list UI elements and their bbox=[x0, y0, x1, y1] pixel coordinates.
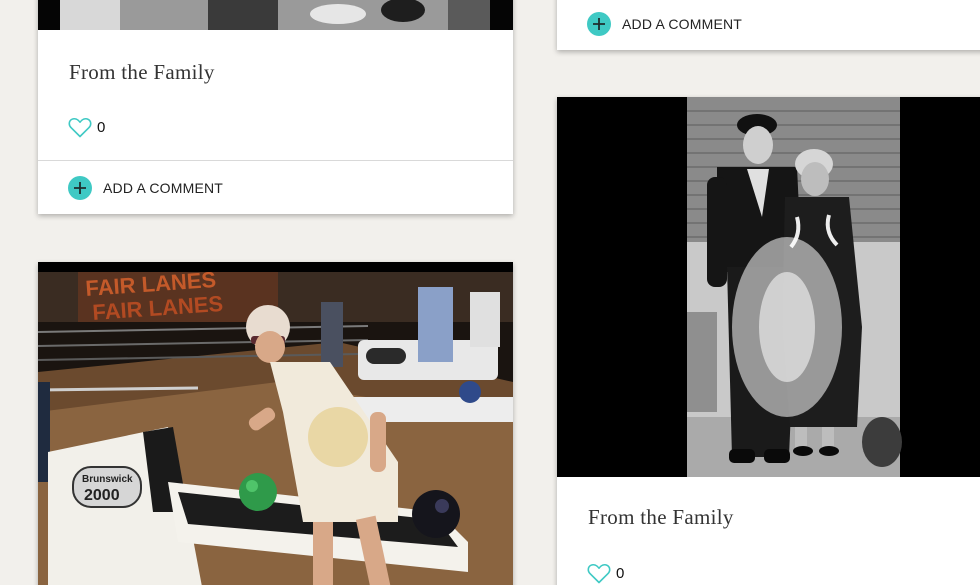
post-photo-family-bw-top[interactable] bbox=[38, 0, 513, 30]
plus-circle-icon bbox=[68, 176, 92, 200]
post-card-bottom-left: FAIR LANES FAIR LANES Brunswick 2000 bbox=[38, 262, 513, 585]
add-comment-button[interactable]: ADD A COMMENT bbox=[68, 176, 223, 200]
like-button[interactable]: 0 bbox=[587, 563, 624, 584]
post-photo-sailor-and-woman[interactable] bbox=[557, 97, 980, 477]
heart-outline-icon bbox=[587, 563, 611, 584]
like-count: 0 bbox=[616, 565, 625, 582]
svg-text:2000: 2000 bbox=[84, 487, 120, 504]
like-button[interactable]: 0 bbox=[68, 117, 105, 138]
plus-circle-icon bbox=[587, 12, 611, 36]
add-comment-label: ADD A COMMENT bbox=[622, 16, 743, 32]
like-count: 0 bbox=[97, 119, 106, 136]
add-comment-label: ADD A COMMENT bbox=[103, 180, 224, 196]
svg-text:Brunswick: Brunswick bbox=[82, 474, 133, 485]
post-card-top-left: From the Family 0 ADD A COMMENT bbox=[38, 0, 513, 214]
post-photo-bowling[interactable]: FAIR LANES FAIR LANES Brunswick 2000 bbox=[38, 262, 513, 585]
post-card-bottom-right: From the Family 0 bbox=[557, 97, 980, 585]
add-comment-button[interactable]: ADD A COMMENT bbox=[587, 12, 742, 36]
heart-outline-icon bbox=[68, 117, 92, 138]
card-divider bbox=[38, 160, 513, 161]
post-title: From the Family bbox=[69, 60, 215, 84]
post-title: From the Family bbox=[588, 505, 734, 529]
post-card-top-right: ADD A COMMENT bbox=[557, 0, 980, 50]
